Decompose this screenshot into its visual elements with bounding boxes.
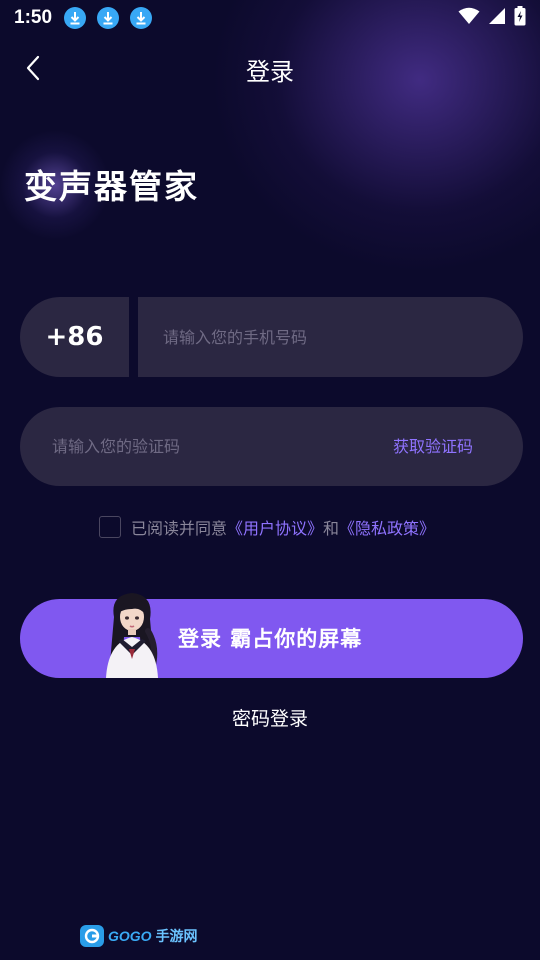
download-icon (64, 7, 87, 29)
battery-charging-icon (514, 6, 526, 30)
watermark-text: GOGO (108, 928, 152, 944)
page-title: 登录 (246, 58, 294, 86)
phone-input-row: +86 (20, 297, 523, 377)
character-illustration (106, 593, 158, 678)
verification-code-field[interactable]: 获取验证码 (20, 407, 523, 486)
app-name: 变声器管家 (24, 167, 199, 206)
watermark-suffix: 手游网 (155, 929, 198, 945)
signal-icon (488, 7, 506, 29)
agreement-checkbox[interactable] (99, 516, 121, 538)
status-bar: 1:50 (0, 0, 540, 36)
password-login-link[interactable]: 密码登录 (0, 704, 540, 731)
clock: 1:50 (14, 7, 53, 28)
download-icon (97, 7, 120, 29)
verification-code-input[interactable] (52, 437, 352, 456)
agreement-prefix: 已阅读并同意 (131, 519, 228, 538)
privacy-policy-link[interactable]: 《隐私政策》 (339, 515, 435, 539)
country-code-selector[interactable]: +86 (20, 297, 129, 377)
login-button-label: 登录 霸占你的屏幕 (178, 627, 363, 651)
agreement-and: 和 (323, 519, 340, 538)
phone-input[interactable] (163, 327, 523, 347)
header: 登录 (0, 40, 540, 96)
country-code-label: +86 (45, 322, 104, 352)
get-code-button[interactable]: 获取验证码 (393, 433, 473, 457)
watermark-logo: GOGO 手游网 (80, 925, 198, 947)
watermark-icon (80, 925, 104, 947)
wifi-icon (458, 7, 480, 29)
download-icon (130, 7, 153, 29)
phone-field[interactable] (138, 297, 523, 377)
login-button[interactable]: 登录 霸占你的屏幕 (20, 593, 523, 678)
user-agreement-link[interactable]: 《用户协议》 (227, 515, 323, 539)
agreement-row: 已阅读并同意 《用户协议》 和 《隐私政策》 (99, 515, 435, 539)
